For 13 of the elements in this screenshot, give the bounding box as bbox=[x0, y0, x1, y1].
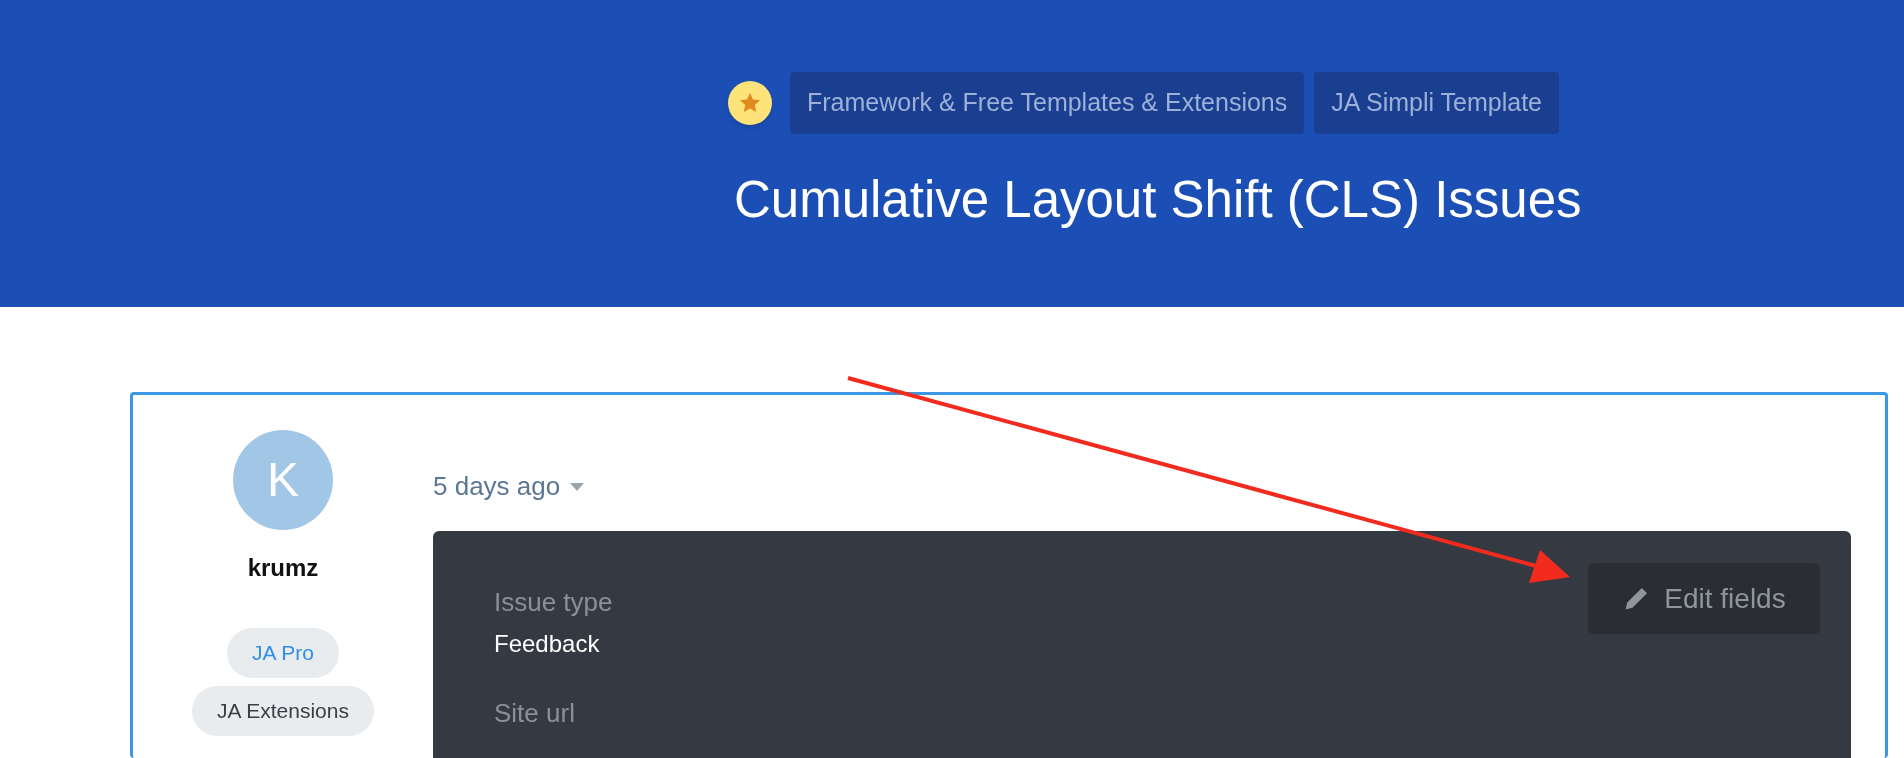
page-title: Cumulative Layout Shift (CLS) Issues bbox=[734, 170, 1583, 230]
post-time[interactable]: 5 days ago bbox=[433, 467, 561, 506]
user-badge: JA Extensions bbox=[192, 686, 374, 736]
field-value: Feedback bbox=[494, 629, 600, 659]
field-label: Site url bbox=[494, 697, 575, 730]
breadcrumb-link[interactable]: JA Simpli Template bbox=[1314, 72, 1560, 134]
edit-fields-button[interactable]: Edit fields bbox=[1588, 563, 1820, 634]
caret-icon[interactable] bbox=[570, 482, 585, 491]
author-name: krumz bbox=[247, 553, 319, 583]
user-badge: JA Pro bbox=[227, 628, 339, 678]
field-label: Issue type bbox=[494, 586, 613, 619]
breadcrumb-link[interactable]: Framework & Free Templates & Extensions bbox=[790, 72, 1305, 134]
avatar: K bbox=[233, 430, 333, 530]
